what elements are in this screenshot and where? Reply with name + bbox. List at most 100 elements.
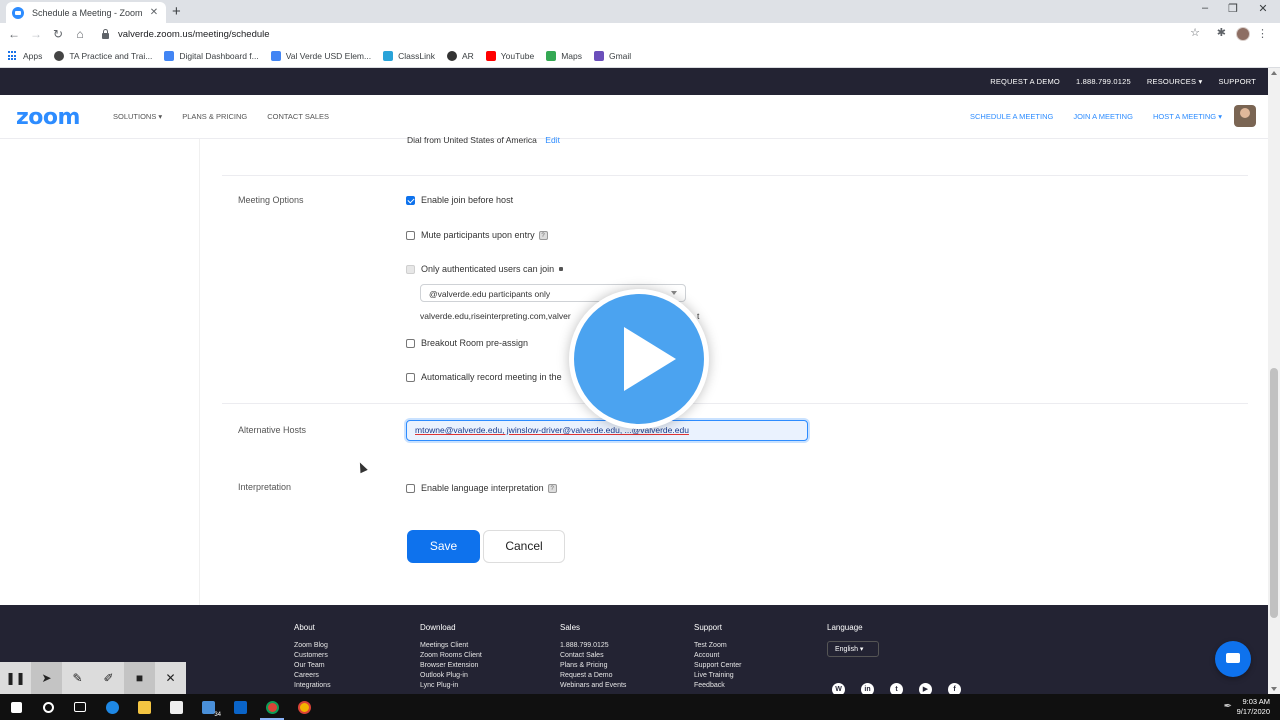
bookmark-digital-dashboard[interactable]: Digital Dashboard f... xyxy=(164,51,259,61)
footer-link[interactable]: Zoom Rooms Client xyxy=(420,651,482,661)
footer-link[interactable]: Outlook Plug-in xyxy=(420,671,482,681)
new-tab-icon[interactable]: + xyxy=(172,3,181,20)
footer-link[interactable]: Zoom Blog xyxy=(294,641,331,651)
task-view-icon[interactable] xyxy=(64,694,96,720)
scroll-thumb[interactable] xyxy=(1270,368,1278,618)
nav-host-meeting[interactable]: HOST A MEETING ▾ xyxy=(1153,112,1222,121)
pen-workspace-icon[interactable]: ✒ xyxy=(1224,701,1232,712)
reload-icon[interactable]: ↻ xyxy=(47,27,69,41)
back-icon[interactable]: ← xyxy=(3,27,25,41)
zoom-logo[interactable]: zoom xyxy=(16,105,80,130)
footer-link[interactable]: 1.888.799.0125 xyxy=(560,641,626,651)
minimize-icon[interactable]: – xyxy=(1190,2,1220,14)
chrome-icon[interactable] xyxy=(256,694,288,720)
mail-icon[interactable]: 34 xyxy=(192,694,224,720)
scroll-down-icon[interactable] xyxy=(1271,687,1277,691)
extensions-icon[interactable]: ✱ xyxy=(1217,26,1226,39)
maximize-icon[interactable]: ❐ xyxy=(1218,2,1248,15)
star-icon[interactable]: ☆ xyxy=(1190,26,1200,39)
option-interpretation[interactable]: Enable language interpretation ? xyxy=(406,483,557,493)
checkbox-breakout-preassign[interactable] xyxy=(406,338,415,348)
option-breakout-preassign[interactable]: Breakout Room pre-assign xyxy=(406,338,528,348)
zoom-footer: About Zoom Blog Customers Our Team Caree… xyxy=(0,605,1268,696)
footer-link[interactable]: Careers xyxy=(294,671,331,681)
search-icon[interactable] xyxy=(32,694,64,720)
windows-start-icon[interactable] xyxy=(0,694,32,720)
nav-solutions[interactable]: SOLUTIONS ▾ xyxy=(113,112,162,121)
nav-contact-sales[interactable]: CONTACT SALES xyxy=(267,112,329,121)
close-window-icon[interactable]: ✕ xyxy=(1248,2,1278,15)
home-icon[interactable]: ⌂ xyxy=(69,27,91,41)
info-icon[interactable]: ? xyxy=(538,230,548,240)
bookmark-gmail[interactable]: Gmail xyxy=(593,51,631,61)
footer-link[interactable]: Integrations xyxy=(294,681,331,691)
save-button[interactable]: Save xyxy=(407,530,480,563)
store-icon[interactable] xyxy=(160,694,192,720)
chrome-menu-icon[interactable]: ⋮ xyxy=(1257,27,1268,40)
footer-link[interactable]: Browser Extension xyxy=(420,661,482,671)
browser-tab[interactable]: Schedule a Meeting - Zoom ✕ xyxy=(6,2,166,23)
tab-close-icon[interactable]: ✕ xyxy=(148,7,160,18)
forward-icon[interactable]: → xyxy=(25,27,47,41)
request-demo-link[interactable]: REQUEST A DEMO xyxy=(990,77,1060,86)
bookmark-ta-practice[interactable]: TA Practice and Trai... xyxy=(54,51,152,61)
info-icon[interactable]: ? xyxy=(547,483,557,493)
resources-menu[interactable]: RESOURCES ▾ xyxy=(1147,77,1203,86)
checkbox-mute-on-entry[interactable] xyxy=(406,230,415,240)
footer-link[interactable]: Contact Sales xyxy=(560,651,626,661)
nav-plans-pricing[interactable]: PLANS & PRICING xyxy=(182,112,247,121)
bookmark-youtube[interactable]: YouTube xyxy=(485,51,534,61)
bookmark-val-verde[interactable]: Val Verde USD Elem... xyxy=(270,51,371,61)
footer-link[interactable]: Lync Plug-in xyxy=(420,681,482,691)
camera-icon[interactable]: ■ xyxy=(124,662,155,694)
phone-link[interactable]: 1.888.799.0125 xyxy=(1076,77,1131,86)
footer-link[interactable]: Support Center xyxy=(694,661,741,671)
system-clock[interactable]: 9:03 AM 9/17/2020 xyxy=(1237,697,1270,717)
outlook-icon[interactable] xyxy=(224,694,256,720)
pen-icon[interactable]: ✎ xyxy=(62,662,93,694)
footer-link[interactable]: Live Training xyxy=(694,671,741,681)
cancel-button[interactable]: Cancel xyxy=(483,530,565,563)
nav-schedule-meeting[interactable]: SCHEDULE A MEETING xyxy=(970,112,1053,121)
scroll-up-icon[interactable] xyxy=(1271,71,1277,75)
checkbox-interpretation[interactable] xyxy=(406,483,415,493)
nav-join-meeting[interactable]: JOIN A MEETING xyxy=(1073,112,1133,121)
option-auto-record[interactable]: Automatically record meeting in the xyxy=(406,372,562,382)
file-explorer-icon[interactable] xyxy=(128,694,160,720)
page-scrollbar[interactable] xyxy=(1268,68,1280,694)
footer-link[interactable]: Meetings Client xyxy=(420,641,482,651)
footer-link[interactable]: Test Zoom xyxy=(694,641,741,651)
footer-link[interactable]: Account xyxy=(694,651,741,661)
pause-icon[interactable]: ❚❚ xyxy=(0,662,31,694)
edge-icon[interactable] xyxy=(96,694,128,720)
footer-link[interactable]: Our Team xyxy=(294,661,331,671)
user-avatar[interactable] xyxy=(1234,105,1256,127)
profile-avatar[interactable] xyxy=(1236,27,1250,41)
highlighter-icon[interactable]: ✐ xyxy=(93,662,124,694)
pointer-icon[interactable]: ➤ xyxy=(31,662,62,694)
chat-support-icon[interactable] xyxy=(1215,641,1251,677)
footer-link[interactable]: Request a Demo xyxy=(560,671,626,681)
option-mute-on-entry[interactable]: Mute participants upon entry ? xyxy=(406,230,548,240)
footer-link[interactable]: Plans & Pricing xyxy=(560,661,626,671)
checkbox-auto-record[interactable] xyxy=(406,372,415,382)
alternative-hosts-input[interactable]: mtowne@valverde.edu, jwinslow-driver@val… xyxy=(406,420,808,441)
close-toolbar-icon[interactable]: ✕ xyxy=(155,662,186,694)
footer-link[interactable]: Feedback xyxy=(694,681,741,691)
checkbox-authenticated-users[interactable] xyxy=(406,264,415,274)
chrome-alt-icon[interactable] xyxy=(288,694,320,720)
footer-link[interactable]: Webinars and Events xyxy=(560,681,626,691)
language-select[interactable]: English ▾ xyxy=(827,641,879,657)
option-join-before-host[interactable]: Enable join before host xyxy=(406,195,513,205)
bookmark-classlink[interactable]: ClassLink xyxy=(383,51,435,61)
footer-link[interactable]: Customers xyxy=(294,651,331,661)
dial-edit-link[interactable]: Edit xyxy=(545,135,560,145)
bookmark-ar[interactable]: AR xyxy=(446,51,474,61)
support-link[interactable]: SUPPORT xyxy=(1218,77,1256,86)
checkbox-join-before-host[interactable] xyxy=(406,195,415,205)
bookmark-maps[interactable]: Maps xyxy=(546,51,582,61)
option-authenticated-users[interactable]: Only authenticated users can join xyxy=(406,264,564,274)
video-play-icon[interactable] xyxy=(569,289,709,429)
bookmark-apps[interactable]: Apps xyxy=(8,51,42,61)
address-bar[interactable]: valverde.zoom.us/meeting/schedule xyxy=(96,26,1206,43)
